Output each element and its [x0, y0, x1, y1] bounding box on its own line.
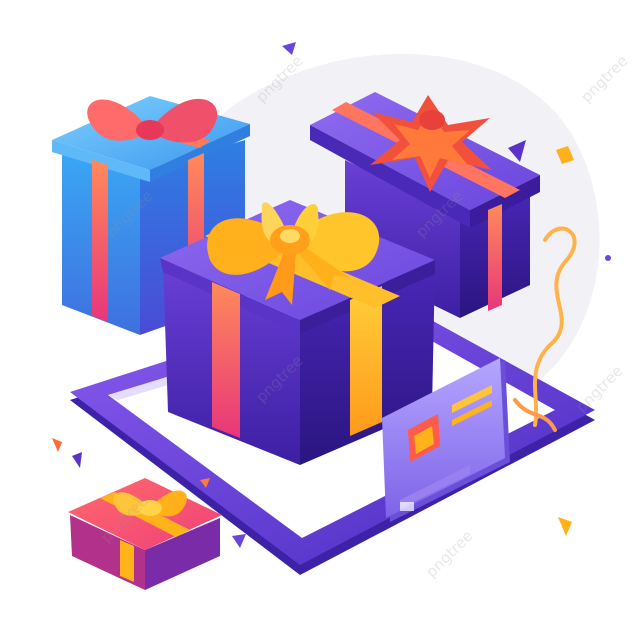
illustration: pngtree pngtree pngtree pngtree pngtree …	[0, 0, 640, 640]
gift-illustration-svg	[52, 42, 611, 590]
